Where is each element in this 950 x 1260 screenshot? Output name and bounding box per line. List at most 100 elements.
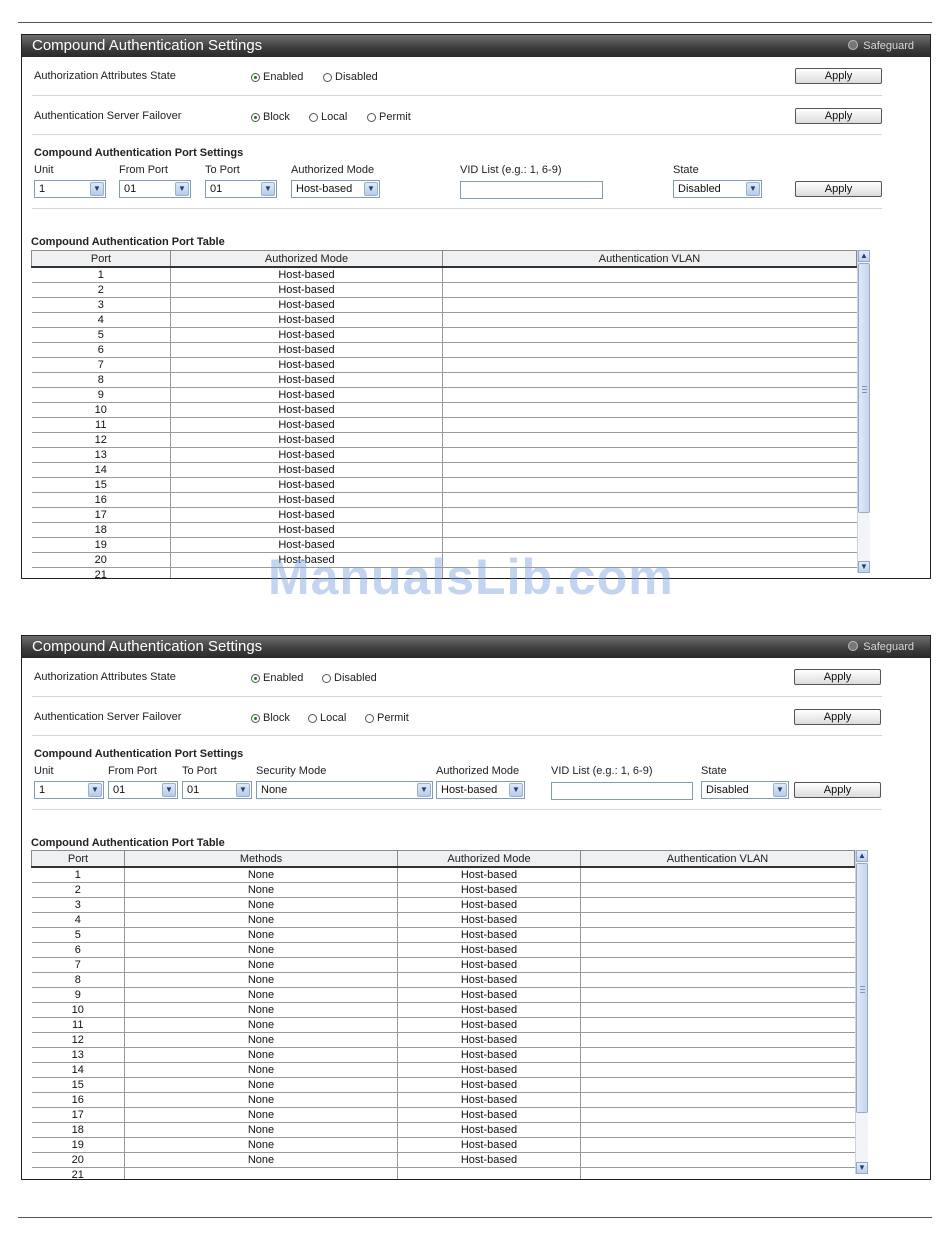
table-row: 14 None Host-based <box>31 1062 855 1078</box>
security-mode-select[interactable]: None ▼ <box>256 781 433 799</box>
unit-label: Unit <box>34 164 54 176</box>
table-row: 21 <box>31 1167 855 1179</box>
table-cell: Host-based <box>397 1122 581 1138</box>
auth-attr-enabled-radio[interactable]: Enabled <box>251 672 303 684</box>
table-cell <box>580 972 855 988</box>
port-settings-apply-button[interactable]: Apply <box>794 782 881 798</box>
panel-title: Compound Authentication Settings <box>32 37 263 54</box>
table-cell: Host-based <box>170 417 443 433</box>
table-cell: Host-based <box>170 432 443 448</box>
table-cell: Host-based <box>170 492 443 508</box>
table-row: 8 Host-based <box>31 372 857 388</box>
table-row: 20 None Host-based <box>31 1152 855 1168</box>
table-cell: Host-based <box>397 867 581 883</box>
table-cell <box>442 357 857 373</box>
table-cell: 13 <box>31 1047 125 1063</box>
port-settings-apply-button[interactable]: Apply <box>795 181 882 197</box>
page-top-rule <box>18 22 932 23</box>
failover-apply-button[interactable]: Apply <box>795 108 882 124</box>
radio-selected-icon <box>251 714 260 723</box>
state-select[interactable]: Disabled ▼ <box>701 781 789 799</box>
auth-attr-enabled-radio[interactable]: Enabled <box>251 71 303 83</box>
failover-label: Authentication Server Failover <box>34 711 182 723</box>
scroll-up-icon[interactable]: ▲ <box>856 850 868 862</box>
authorized-mode-select[interactable]: Host-based ▼ <box>291 180 380 198</box>
failover-local-radio[interactable]: Local <box>309 111 347 123</box>
table-cell: Host-based <box>170 387 443 403</box>
from-port-label: From Port <box>119 164 168 176</box>
table-cell: Host-based <box>170 462 443 478</box>
to-port-select[interactable]: 01 ▼ <box>182 781 252 799</box>
table-cell <box>580 927 855 943</box>
table-header-row: Port Methods Authorized Mode Authentication… <box>31 850 855 868</box>
authorized-mode-select[interactable]: Host-based ▼ <box>436 781 525 799</box>
table-cell <box>442 267 857 283</box>
table-cell: Host-based <box>397 1017 581 1033</box>
failover-permit-radio[interactable]: Permit <box>367 111 411 123</box>
table-scrollbar[interactable]: ▲ ▼ <box>857 250 870 573</box>
scroll-thumb[interactable] <box>856 863 868 1113</box>
unit-select[interactable]: 1 ▼ <box>34 180 106 198</box>
auth-attr-disabled-radio[interactable]: Disabled <box>323 71 378 83</box>
port-settings-heading: Compound Authentication Port Settings <box>34 147 244 159</box>
table-row: 16 None Host-based <box>31 1092 855 1108</box>
table-cell: Host-based <box>170 477 443 493</box>
divider <box>32 95 882 96</box>
radio-selected-icon <box>251 674 260 683</box>
scroll-up-icon[interactable]: ▲ <box>858 250 870 262</box>
table-cell <box>442 402 857 418</box>
failover-apply-button[interactable]: Apply <box>794 709 881 725</box>
table-cell: None <box>124 1137 398 1153</box>
table-cell: 9 <box>31 387 171 403</box>
from-port-select[interactable]: 01 ▼ <box>108 781 178 799</box>
table-cell: 11 <box>31 1017 125 1033</box>
port-table: Port Methods Authorized Mode Authentication… <box>31 850 855 1179</box>
failover-block-radio[interactable]: Block <box>251 712 290 724</box>
vid-list-input[interactable] <box>460 181 603 199</box>
chevron-down-icon: ▼ <box>746 182 760 196</box>
table-cell: 6 <box>31 942 125 958</box>
auth-attr-label: Authorization Attributes State <box>34 671 176 683</box>
state-select[interactable]: Disabled ▼ <box>673 180 762 198</box>
table-cell: None <box>124 1047 398 1063</box>
table-row: 4 Host-based <box>31 312 857 328</box>
to-port-select[interactable]: 01 ▼ <box>205 180 277 198</box>
table-cell: 1 <box>31 267 171 283</box>
radio-unselected-icon <box>308 714 317 723</box>
table-cell: 10 <box>31 1002 125 1018</box>
auth-attr-apply-button[interactable]: Apply <box>794 669 881 685</box>
failover-local-radio[interactable]: Local <box>308 712 346 724</box>
table-cell: None <box>124 942 398 958</box>
table-cell: None <box>124 1002 398 1018</box>
table-cell <box>580 1122 855 1138</box>
vid-list-input[interactable] <box>551 782 693 800</box>
column-header: Port <box>31 850 125 868</box>
table-cell: 12 <box>31 1032 125 1048</box>
auth-attr-disabled-radio[interactable]: Disabled <box>322 672 377 684</box>
failover-permit-radio[interactable]: Permit <box>365 712 409 724</box>
failover-block-radio[interactable]: Block <box>251 111 290 123</box>
unit-select[interactable]: 1 ▼ <box>34 781 104 799</box>
scroll-down-icon[interactable]: ▼ <box>856 1162 868 1174</box>
scroll-down-icon[interactable]: ▼ <box>858 561 870 573</box>
chevron-down-icon: ▼ <box>236 783 250 797</box>
table-row: 15 None Host-based <box>31 1077 855 1093</box>
table-cell <box>580 987 855 1003</box>
chevron-down-icon: ▼ <box>364 182 378 196</box>
safeguard-icon <box>848 641 859 651</box>
table-cell <box>580 912 855 928</box>
table-row: 19 None Host-based <box>31 1137 855 1153</box>
radio-unselected-icon <box>367 113 376 122</box>
from-port-select[interactable]: 01 ▼ <box>119 180 191 198</box>
table-cell <box>442 477 857 493</box>
scroll-thumb[interactable] <box>858 263 870 513</box>
table-cell: 7 <box>31 357 171 373</box>
auth-attr-apply-button[interactable]: Apply <box>795 68 882 84</box>
table-cell: Host-based <box>170 372 443 388</box>
table-cell: 3 <box>31 297 171 313</box>
table-scrollbar[interactable]: ▲ ▼ <box>855 850 868 1174</box>
table-cell: 20 <box>31 552 171 568</box>
table-row: 18 None Host-based <box>31 1122 855 1138</box>
table-row: 1 None Host-based <box>31 867 855 883</box>
panel-title-bar: Compound Authentication Settings Safegua… <box>22 35 930 57</box>
